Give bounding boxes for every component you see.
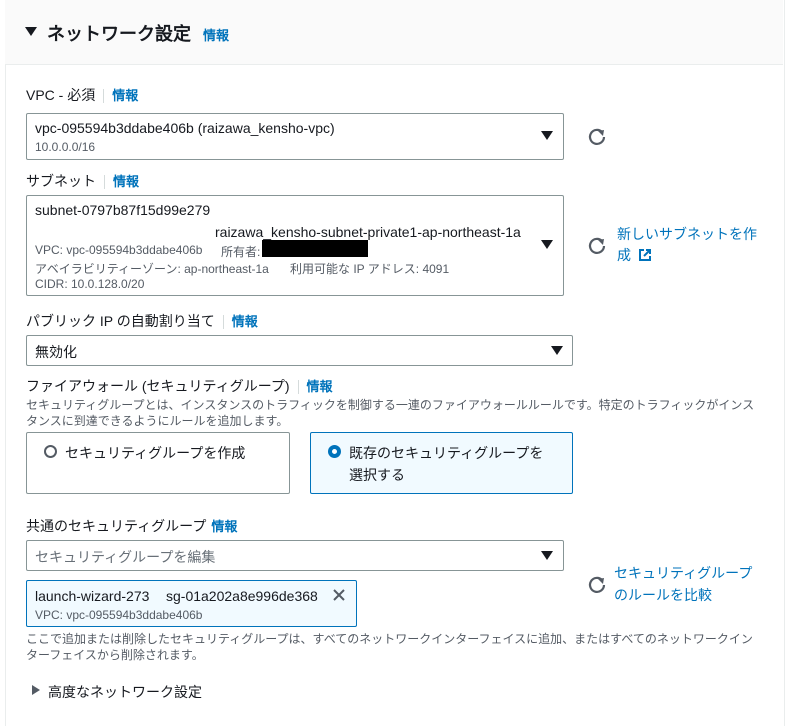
public-ip-dropdown-arrow-icon — [551, 346, 563, 355]
subnet-refresh-icon[interactable] — [587, 235, 607, 255]
subnet-label: サブネット — [26, 173, 96, 189]
radio-existing-sg-label-line1: 既存のセキュリティグループを — [349, 445, 544, 461]
redacted-owner — [262, 240, 368, 257]
compare-sg-rules-link-line1[interactable]: セキュリティグループ — [614, 563, 752, 584]
firewall-description-line1: セキュリティグループとは、インスタンスのトラフィックを制御する一連のファイアウォ… — [26, 398, 755, 412]
firewall-label-row: ファイアウォール (セキュリティグループ) 情報 — [26, 376, 333, 396]
section-info-link[interactable]: 情報 — [203, 25, 229, 44]
radio-existing-sg[interactable] — [328, 445, 341, 458]
security-group-refresh-icon[interactable] — [587, 574, 607, 594]
radio-create-sg-label: セキュリティグループを作成 — [65, 445, 246, 461]
public-ip-label-row: パブリック IP の自動割り当て 情報 — [26, 311, 258, 331]
subnet-cidr: CIDR: 10.0.128.0/20 — [35, 277, 145, 291]
common-sg-label: 共通のセキュリティグループ — [26, 518, 207, 534]
vpc-value: vpc-095594b3ddabe406b (raizawa_kensho-vp… — [35, 120, 335, 136]
radio-card-create-sg[interactable] — [26, 432, 290, 494]
subnet-id: subnet-0797b87f15d99e279 — [35, 202, 211, 218]
security-group-token-id: sg-01a202a8e996de368 — [166, 588, 318, 604]
firewall-label: ファイアウォール (セキュリティグループ) — [26, 378, 290, 394]
expand-caret-icon[interactable] — [32, 685, 40, 695]
subnet-az: アベイラビリティーゾーン: ap-northeast-1a — [35, 262, 269, 276]
create-subnet-link[interactable]: 新しいサブネットを作成 — [617, 224, 767, 266]
security-group-dropdown-arrow-icon — [541, 551, 553, 560]
subnet-vpc: VPC: vpc-095594b3ddabe406b — [35, 243, 203, 257]
vpc-info-link[interactable]: 情報 — [112, 88, 138, 103]
common-sg-label-row: 共通のセキュリティグループ 情報 — [26, 516, 237, 536]
vpc-cidr: 10.0.0.0/16 — [35, 140, 96, 154]
public-ip-info-link[interactable]: 情報 — [232, 314, 258, 329]
vpc-label-row: VPC - 必須 情報 — [26, 85, 138, 105]
common-sg-info-link[interactable]: 情報 — [211, 519, 237, 534]
vpc-dropdown-arrow-icon — [541, 131, 553, 140]
public-ip-value: 無効化 — [35, 344, 77, 360]
compare-sg-rules-link-line2[interactable]: のルールを比較 — [614, 585, 712, 606]
advanced-network-settings-toggle[interactable]: 高度なネットワーク設定 — [48, 682, 202, 702]
security-group-placeholder: セキュリティグループを編集 — [35, 549, 216, 565]
external-link-icon — [638, 249, 651, 261]
public-ip-label: パブリック IP の自動割り当て — [26, 313, 215, 329]
security-group-note-line2: ターフェイスから削除されます。 — [26, 648, 204, 662]
subnet-owner-label: 所有者: — [221, 245, 261, 259]
firewall-description-line2: タンスに到達できるようにルールを追加します。 — [26, 414, 289, 428]
radio-create-sg[interactable] — [44, 445, 57, 458]
subnet-info-link[interactable]: 情報 — [113, 174, 139, 189]
vpc-refresh-icon[interactable] — [587, 126, 607, 146]
security-group-token-name: launch-wizard-273 — [35, 588, 150, 604]
radio-existing-sg-label-line2: 選択する — [349, 467, 405, 483]
security-group-token-vpc: VPC: vpc-095594b3ddabe406b — [35, 608, 203, 622]
remove-token-close-icon[interactable] — [332, 588, 346, 602]
subnet-available-ip: 利用可能な IP アドレス: 4091 — [290, 262, 450, 276]
public-ip-select[interactable] — [26, 335, 573, 366]
vpc-label: VPC - 必須 — [26, 87, 96, 103]
section-title: ネットワーク設定 — [47, 24, 191, 44]
firewall-info-link[interactable]: 情報 — [307, 379, 333, 394]
subnet-dropdown-arrow-icon — [541, 240, 553, 249]
subnet-name: raizawa_kensho-subnet-private1-ap-northe… — [215, 224, 521, 240]
security-group-note-line1: ここで追加または削除したセキュリティグループは、すべてのネットワークインターフェ… — [26, 632, 753, 646]
subnet-label-row: サブネット 情報 — [26, 171, 139, 191]
collapse-caret-icon[interactable] — [25, 27, 37, 36]
